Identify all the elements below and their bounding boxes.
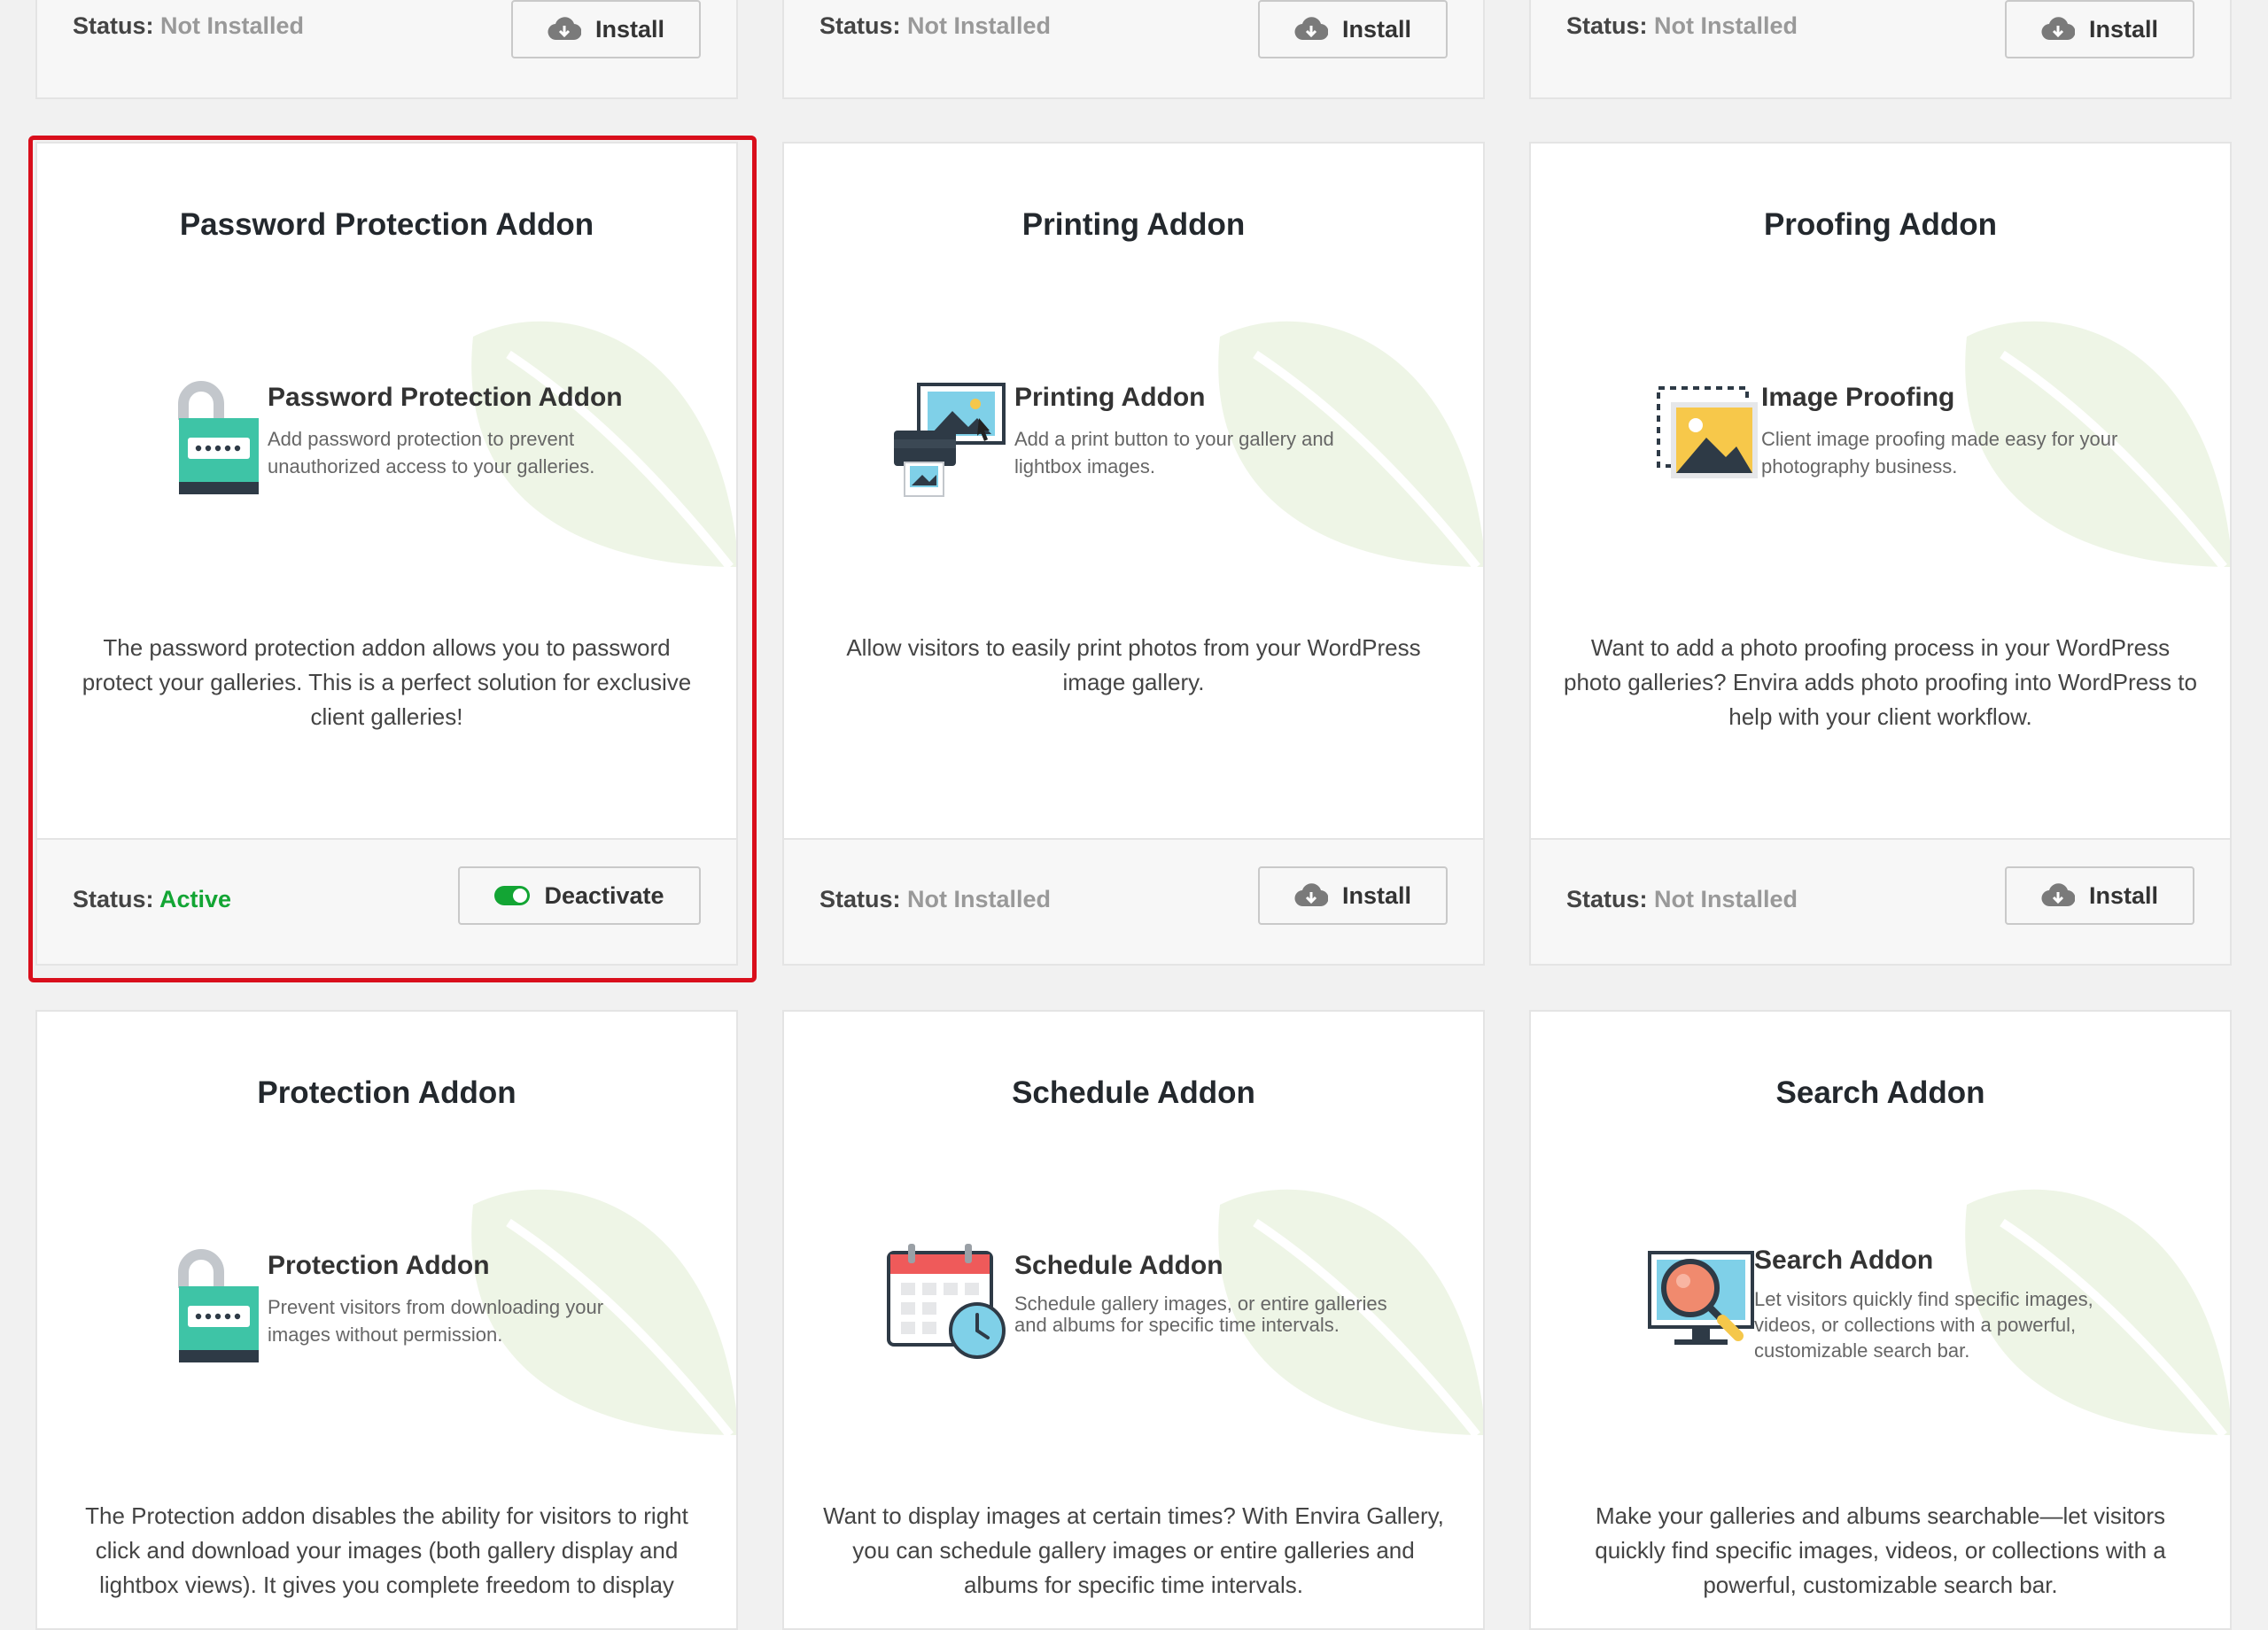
- cloud-download-icon: [548, 17, 581, 42]
- install-button[interactable]: Install: [2005, 866, 2194, 925]
- feature-name: Image Proofing: [1761, 383, 1955, 412]
- feature-name: Search Addon: [1754, 1246, 1934, 1275]
- card-footer: Status: Not Installed Install: [784, 0, 1483, 97]
- deactivate-button[interactable]: Deactivate: [458, 866, 701, 925]
- install-button[interactable]: Install: [1258, 0, 1448, 58]
- feature-description: Add password protection to prevent unaut…: [268, 428, 595, 477]
- card-title: Proofing Addon: [1763, 207, 1998, 242]
- addon-description: Allow visitors to easily print photos fr…: [846, 634, 1421, 695]
- card-footer: Status: Not Installed Install: [1531, 838, 2230, 964]
- status-text: Status: Not Installed: [73, 12, 305, 39]
- status-text: Status: Not Installed: [819, 886, 1052, 912]
- addon-card-top-2: Status: Not Installed Install: [782, 0, 1485, 99]
- addon-description: The Protection addon disables the abilit…: [85, 1502, 688, 1598]
- feature-description: Let visitors quickly find specific image…: [1754, 1288, 2093, 1362]
- status-value: Not Installed: [907, 886, 1052, 912]
- card-footer: Status: Active Deactivate: [37, 838, 736, 964]
- toggle-on-icon: [494, 886, 531, 905]
- addon-card-proofing: Proofing Addon Image Proofing Client ima…: [1529, 142, 2232, 966]
- card-footer: Status: Not Installed Install: [1531, 0, 2230, 97]
- feature-block: Printing Addon Add a print button to you…: [784, 365, 1483, 498]
- cloud-download-icon: [1294, 883, 1328, 908]
- cloud-download-icon: [2041, 883, 2075, 908]
- status-text: Status: Active: [73, 886, 232, 912]
- addon-card-printing: Printing Addon Printing Addon Add a prin…: [782, 142, 1485, 966]
- install-button[interactable]: Install: [2005, 0, 2194, 58]
- feature-block: Schedule Addon Schedule gallery images, …: [784, 1233, 1483, 1366]
- feature-description: Add a print button to your gallery and l…: [1014, 428, 1334, 477]
- cloud-download-icon: [1294, 17, 1328, 42]
- image-proofing-icon: [1657, 386, 1758, 478]
- addon-card-protection: Protection Addon Protection Addon Preven…: [35, 1010, 738, 1630]
- magnifier-monitor-icon: [1648, 1251, 1754, 1345]
- feature-block: Protection Addon Prevent visitors from d…: [37, 1233, 736, 1366]
- status-value: Not Installed: [1654, 12, 1798, 39]
- status-text: Status: Not Installed: [1566, 886, 1798, 912]
- addon-card-top-3: Status: Not Installed Install: [1529, 0, 2232, 99]
- card-footer: Status: Not Installed Install: [37, 0, 736, 97]
- feature-name: Protection Addon: [268, 1251, 490, 1280]
- padlock-icon: [178, 1249, 259, 1362]
- feature-description: Schedule gallery images, or entire galle…: [1014, 1292, 1387, 1336]
- feature-name: Printing Addon: [1014, 383, 1206, 412]
- padlock-icon: [178, 381, 259, 494]
- addon-card-schedule: Schedule Addon Schedule Addon Schedule g…: [782, 1010, 1485, 1630]
- printer-icon: [894, 383, 1006, 497]
- feature-name: Password Protection Addon: [268, 383, 623, 412]
- addon-card-password-protection: Password Protection Addon Password Prote…: [35, 142, 738, 966]
- card-title: Password Protection Addon: [179, 207, 594, 242]
- card-title: Schedule Addon: [1012, 1075, 1255, 1110]
- card-title: Protection Addon: [257, 1075, 517, 1110]
- calendar-clock-icon: [887, 1244, 1006, 1359]
- feature-name: Schedule Addon: [1014, 1251, 1223, 1280]
- feature-block: Password Protection Addon Add password p…: [37, 365, 736, 498]
- card-title: Search Addon: [1775, 1075, 1985, 1110]
- status-value: Not Installed: [1654, 886, 1798, 912]
- addon-description: The password protection addon allows you…: [82, 634, 692, 730]
- cloud-download-icon: [2041, 17, 2075, 42]
- install-button[interactable]: Install: [1258, 866, 1448, 925]
- card-title: Printing Addon: [1021, 207, 1246, 242]
- card-footer: Status: Not Installed Install: [784, 838, 1483, 964]
- install-button[interactable]: Install: [511, 0, 701, 58]
- addon-card-top-1: Status: Not Installed Install: [35, 0, 738, 99]
- feature-description: Client image proofing made easy for your…: [1761, 428, 2118, 477]
- addon-card-search: Search Addon Search Addon Let visitors q…: [1529, 1010, 2232, 1630]
- status-text: Status: Not Installed: [819, 12, 1052, 39]
- addon-description: Want to display images at certain times?…: [823, 1502, 1444, 1598]
- addon-description: Make your galleries and albums searchabl…: [1595, 1502, 2166, 1598]
- addon-description: Want to add a photo proofing process in …: [1564, 634, 2197, 730]
- status-value: Not Installed: [160, 12, 305, 39]
- feature-block: Search Addon Let visitors quickly find s…: [1531, 1233, 2230, 1366]
- feature-description: Prevent visitors from downloading your i…: [268, 1296, 604, 1346]
- status-text: Status: Not Installed: [1566, 12, 1798, 39]
- feature-block: Image Proofing Client image proofing mad…: [1531, 365, 2230, 498]
- status-value: Active: [159, 886, 232, 912]
- status-value: Not Installed: [907, 12, 1052, 39]
